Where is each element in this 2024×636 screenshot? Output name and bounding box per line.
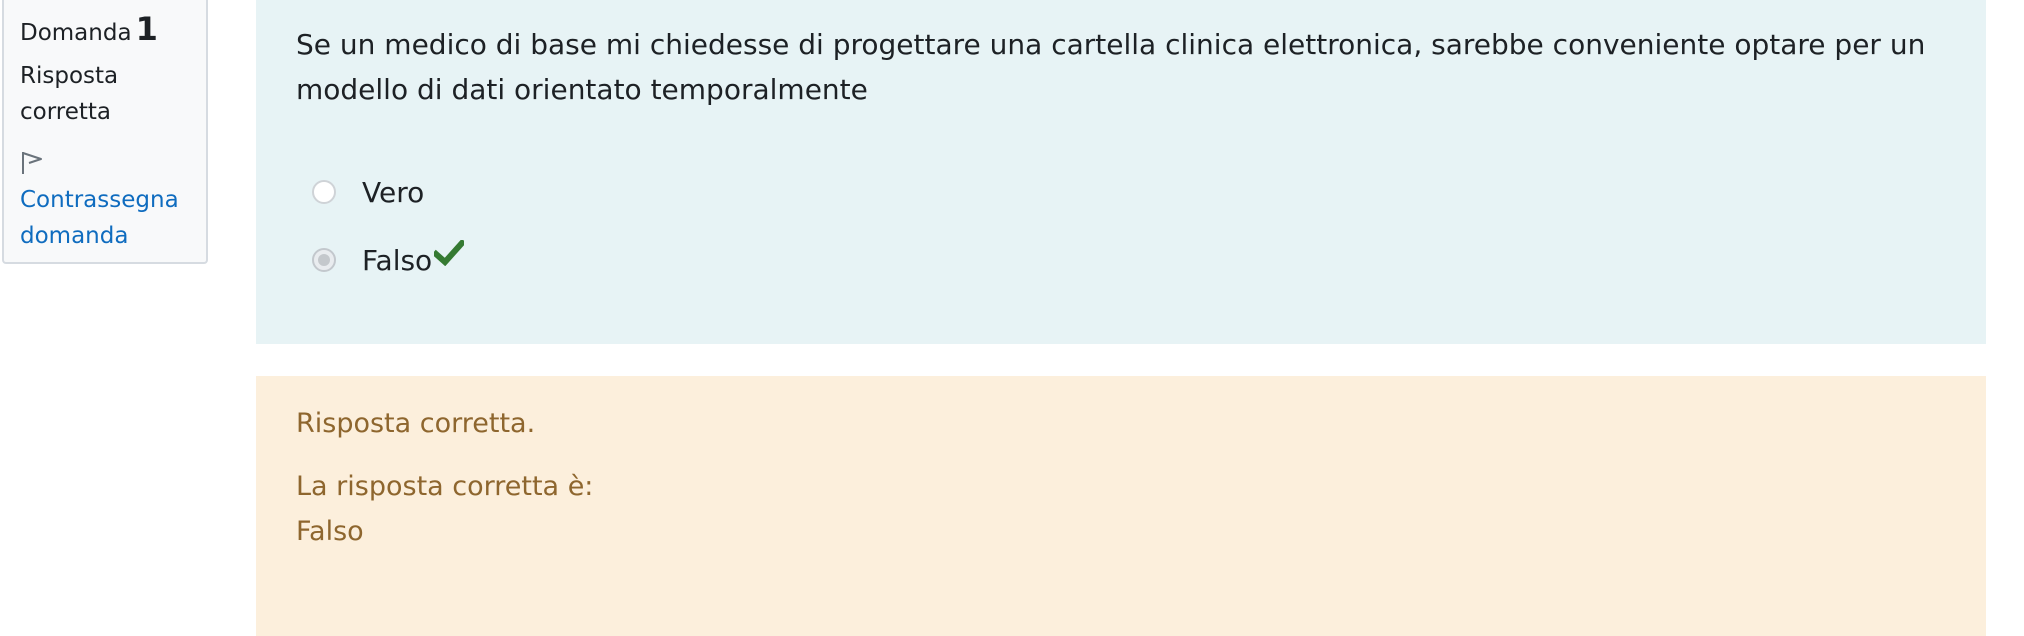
question-info-panel: Domanda 1 Risposta corretta Contrassegna … — [2, 0, 208, 264]
right-answer-label: La risposta corretta è: — [296, 471, 594, 502]
right-answer: La risposta corretta è: Falso — [296, 464, 1946, 554]
feedback-text: Risposta corretta. — [296, 408, 536, 439]
flag-icon[interactable] — [20, 150, 44, 176]
flag-question-link[interactable]: Contrassegna domanda — [20, 182, 190, 254]
check-icon — [434, 240, 465, 266]
answer-option-falso[interactable]: Falso — [296, 226, 1946, 294]
question-number: Domanda 1 — [20, 13, 190, 48]
question-text: Se un medico di base mi chiedesse di pro… — [296, 28, 1926, 106]
answer-option-vero[interactable]: Vero — [296, 158, 1946, 226]
answer-list: Vero Falso — [296, 158, 1946, 294]
question-formulation: Se un medico di base mi chiedesse di pro… — [256, 0, 1986, 344]
question-state: Risposta corretta — [20, 63, 119, 125]
question-outcome: Risposta corretta. La risposta corretta … — [256, 376, 1986, 636]
radio-vero[interactable] — [312, 180, 336, 204]
radio-falso[interactable] — [312, 248, 336, 272]
question-number-value: 1 — [135, 10, 158, 48]
question-number-label: Domanda — [20, 20, 132, 46]
answer-label-falso[interactable]: Falso — [362, 244, 432, 277]
answer-label-vero[interactable]: Vero — [362, 176, 424, 209]
right-answer-value: Falso — [296, 516, 364, 547]
